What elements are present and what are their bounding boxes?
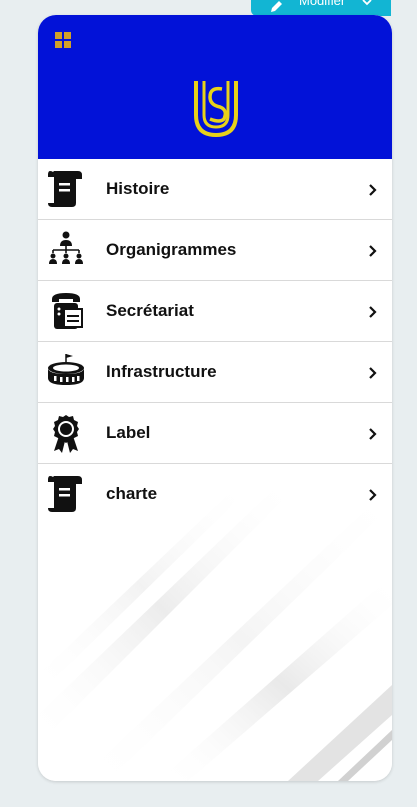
- menu-item-label-section[interactable]: Label: [38, 403, 392, 464]
- grid-menu-icon[interactable]: [54, 31, 72, 49]
- menu-item-label: Organigrammes: [106, 240, 237, 259]
- header-banner: [38, 15, 392, 159]
- telephone-fax-icon: [52, 293, 83, 329]
- menu-item-label: Label: [106, 423, 151, 442]
- chevron-right-icon: [369, 367, 377, 379]
- menu-item-organigrammes[interactable]: Organigrammes: [38, 220, 392, 281]
- chevron-right-icon: [369, 245, 377, 257]
- menu-item-histoire[interactable]: Histoire: [38, 159, 392, 220]
- menu-list: Histoire Organigrammes Secrétariat Infra…: [38, 159, 392, 524]
- scroll-icon: [48, 476, 82, 512]
- menu-item-infrastructure[interactable]: Infrastructure: [38, 342, 392, 403]
- modifier-label: Modifier: [299, 0, 346, 8]
- pencil-icon: [271, 1, 282, 12]
- modifier-button[interactable]: Modifier: [251, 0, 391, 16]
- org-chart-icon: [49, 231, 83, 264]
- phone-frame: Histoire Organigrammes Secrétariat Infra…: [38, 15, 392, 781]
- chevron-right-icon: [369, 489, 377, 501]
- chevron-down-icon: [362, 0, 372, 6]
- scroll-icon: [48, 171, 82, 207]
- menu-item-label: charte: [106, 484, 158, 503]
- menu-item-label: Secrétariat: [106, 301, 194, 320]
- chevron-right-icon: [369, 306, 377, 318]
- chevron-right-icon: [369, 428, 377, 440]
- chevron-right-icon: [369, 184, 377, 196]
- menu-item-charte[interactable]: charte: [38, 464, 392, 524]
- menu-item-label: Infrastructure: [106, 362, 217, 381]
- stadium-icon: [48, 354, 84, 385]
- menu-item-label: Histoire: [106, 179, 170, 198]
- award-ribbon-icon: [53, 415, 79, 453]
- menu-item-secretariat[interactable]: Secrétariat: [38, 281, 392, 342]
- club-logo: [194, 81, 238, 138]
